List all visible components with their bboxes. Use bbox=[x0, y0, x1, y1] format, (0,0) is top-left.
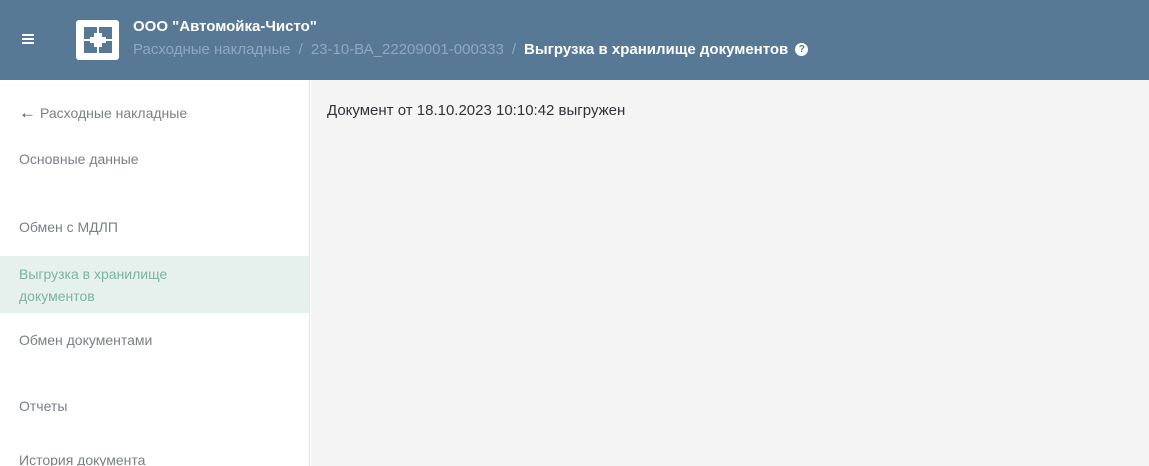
sidebar-item-document-exchange[interactable]: Обмен документами bbox=[0, 323, 309, 357]
sidebar-item-reports[interactable]: Отчеты bbox=[0, 389, 309, 423]
company-logo bbox=[76, 20, 119, 60]
question-circle-icon[interactable]: ? bbox=[795, 43, 809, 56]
sidebar-item-mdlp-exchange[interactable]: Обмен с МДЛП bbox=[0, 210, 309, 244]
sidebar-item-label: Отчеты bbox=[19, 398, 68, 414]
sidebar-nav: ← Расходные накладные Основные данные Об… bbox=[0, 80, 310, 466]
breadcrumb-section-link[interactable]: Расходные накладные bbox=[133, 41, 291, 58]
sidebar-item-label: Основные данные bbox=[19, 151, 139, 167]
sidebar-item-document-history[interactable]: История документа bbox=[0, 443, 309, 466]
hamburger-menu-icon[interactable] bbox=[20, 30, 38, 48]
sidebar-item-main-data[interactable]: Основные данные bbox=[0, 142, 309, 176]
sidebar-item-label: Выгрузка в хранилище документов bbox=[19, 265, 168, 304]
sidebar-item-label: История документа bbox=[19, 452, 146, 466]
breadcrumb-document-link[interactable]: 23-10-ВА_22209001-000333 bbox=[311, 41, 504, 58]
sidebar-back-link[interactable]: ← Расходные накладные bbox=[0, 96, 309, 130]
breadcrumb-separator: / bbox=[511, 41, 516, 58]
breadcrumb-current-page: Выгрузка в хранилище документов bbox=[524, 41, 789, 58]
top-header: ООО "Автомойка-Чисто" Расходные накладны… bbox=[0, 0, 1149, 80]
main-content: Документ от 18.10.2023 10:10:42 выгружен bbox=[311, 80, 1149, 466]
sidebar-item-label: Обмен с МДЛП bbox=[19, 219, 118, 235]
breadcrumb: Расходные накладные / 23-10-ВА_22209001-… bbox=[133, 41, 809, 58]
sidebar-item-document-storage-upload[interactable]: Выгрузка в хранилище документов bbox=[0, 256, 309, 313]
breadcrumb-separator: / bbox=[298, 41, 303, 58]
organization-name: ООО "Автомойка-Чисто" bbox=[133, 18, 317, 35]
upload-status-message: Документ от 18.10.2023 10:10:42 выгружен bbox=[327, 102, 626, 119]
sidebar-back-label: Расходные накладные bbox=[40, 105, 188, 121]
app-window: ООО "Автомойка-Чисто" Расходные накладны… bbox=[0, 0, 1149, 466]
arrow-left-icon: ← bbox=[19, 103, 36, 122]
sidebar-item-label: Обмен документами bbox=[19, 332, 153, 348]
